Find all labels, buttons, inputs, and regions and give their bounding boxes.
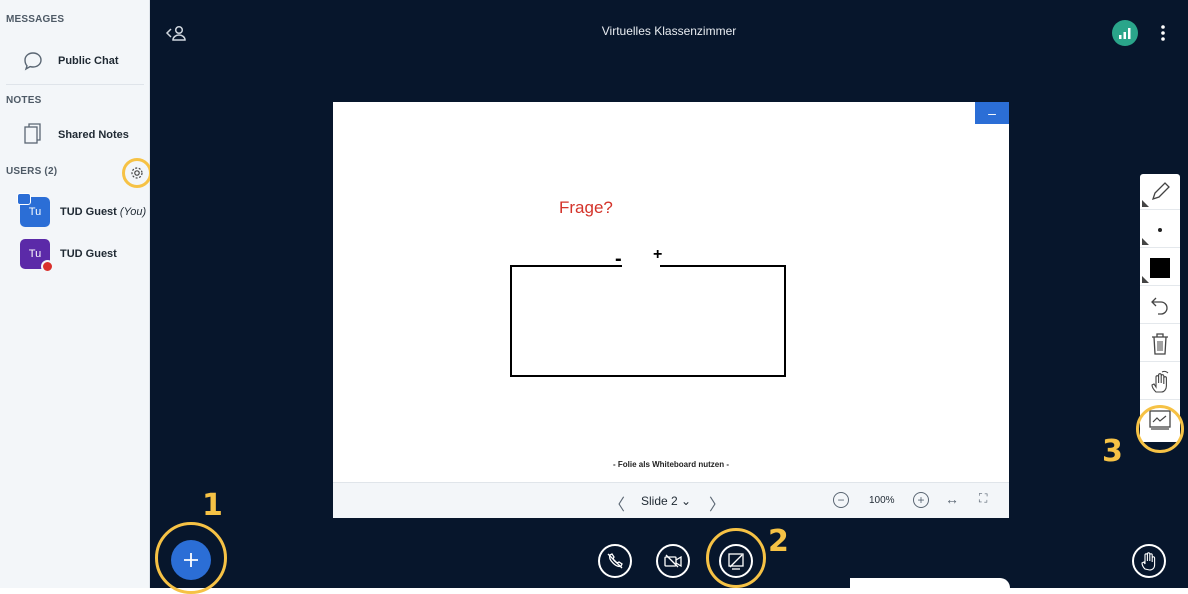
presenter-icon [17, 193, 31, 205]
gear-icon [131, 167, 143, 179]
plus-sign: + [653, 246, 663, 263]
zoom-level: 100% [869, 495, 895, 506]
user-settings-gear-button[interactable] [122, 158, 152, 188]
signal-icon [1119, 28, 1131, 39]
divider [6, 84, 144, 85]
screen-share-off-icon [728, 553, 744, 570]
shared-notes-item[interactable]: Shared Notes [0, 118, 150, 152]
dot-size-icon [1158, 227, 1162, 232]
connection-status-button[interactable] [1112, 20, 1138, 46]
meeting-title: Virtuelles Klassenzimmer [601, 24, 737, 38]
answer-box [510, 265, 786, 377]
avatar: Tu [17, 193, 50, 227]
leave-audio-button[interactable] [598, 544, 632, 578]
corner-indicator [1142, 238, 1149, 245]
messages-title: MESSAGES [6, 14, 65, 25]
raise-hand-button[interactable] [1132, 544, 1166, 578]
annotation-number-2: 2 [768, 524, 789, 559]
muted-mic-icon [41, 260, 54, 273]
annotation-number-3: 3 [1102, 434, 1123, 469]
shared-notes-label: Shared Notes [58, 129, 129, 141]
notes-title: NOTES [6, 95, 42, 106]
slide-question: Frage? [559, 198, 613, 217]
slide-footnote: - Folie als Whiteboard nutzen - [613, 460, 729, 469]
presentation-toolbar: 〈 Slide 2 ⌄ 〉 − 100% + ↔ ⛶ [333, 482, 1009, 518]
avatar: Tu [20, 239, 54, 273]
box-top-left [510, 265, 622, 267]
options-menu-button[interactable] [1156, 21, 1170, 45]
pencil-tool-button[interactable] [1140, 174, 1180, 210]
public-chat-item[interactable]: Public Chat [0, 44, 150, 78]
presentation-slide[interactable]: – Frage? - + - Folie als Whiteboard nutz… [333, 102, 1009, 518]
app: MESSAGES Public Chat NOTES Shared Notes … [0, 0, 1188, 594]
pan-hand-icon [1151, 370, 1169, 393]
users-title: USERS (2) [6, 166, 58, 177]
user-list-item[interactable]: Tu TUD Guest (You) [17, 193, 150, 228]
pencil-icon [1151, 181, 1170, 200]
user-list-item[interactable]: Tu TUD Guest [20, 238, 150, 273]
webcam-off-icon [664, 554, 682, 568]
pan-tool-button[interactable] [1140, 364, 1180, 400]
chat-icon [20, 48, 46, 74]
corner-indicator [1142, 200, 1149, 207]
hand-icon [1141, 552, 1156, 571]
avatar-initials: Tu [28, 248, 42, 260]
phone-off-icon [607, 553, 623, 569]
actions-plus-button[interactable] [171, 540, 211, 580]
kebab-icon [1161, 25, 1165, 41]
zoom-out-button[interactable]: − [833, 492, 849, 508]
fit-width-button[interactable]: ↔ [945, 491, 959, 507]
next-slide-button[interactable]: 〉 [709, 491, 725, 515]
color-icon [1150, 257, 1170, 278]
corner-indicator [1142, 276, 1149, 283]
user-name-text: TUD Guest [60, 206, 117, 218]
zoom-in-button[interactable]: + [913, 492, 929, 508]
highlight-ring-3 [1136, 405, 1184, 453]
share-screen-button[interactable] [719, 544, 753, 578]
notes-icon [20, 122, 46, 148]
public-chat-label: Public Chat [58, 55, 119, 67]
plus-icon [184, 553, 198, 567]
trash-icon [1152, 332, 1168, 355]
minimize-presentation-button[interactable]: – [975, 102, 1009, 124]
undo-icon [1151, 297, 1168, 315]
whiteboard-toolbar [1140, 174, 1180, 442]
user-name: TUD Guest [60, 248, 117, 260]
fullscreen-button[interactable]: ⛶ [979, 491, 987, 506]
user-name: TUD Guest (You) [60, 206, 146, 218]
sidebar: MESSAGES Public Chat NOTES Shared Notes … [0, 0, 152, 588]
box-top-right [660, 265, 786, 267]
previous-slide-button[interactable]: 〈 [609, 491, 625, 515]
annotation-number-1: 1 [202, 488, 223, 523]
share-webcam-button[interactable] [656, 544, 690, 578]
decorative-shape [850, 578, 1010, 588]
slide-selector[interactable]: Slide 2 ⌄ [641, 494, 691, 508]
main-area: Virtuelles Klassenzimmer – Frage? - + - … [150, 0, 1188, 594]
color-tool-button[interactable] [1140, 250, 1180, 286]
avatar-initials: Tu [28, 206, 42, 218]
clear-all-button[interactable] [1140, 326, 1180, 362]
thickness-tool-button[interactable] [1140, 212, 1180, 248]
you-label: (You) [119, 206, 147, 218]
undo-button[interactable] [1140, 288, 1180, 324]
